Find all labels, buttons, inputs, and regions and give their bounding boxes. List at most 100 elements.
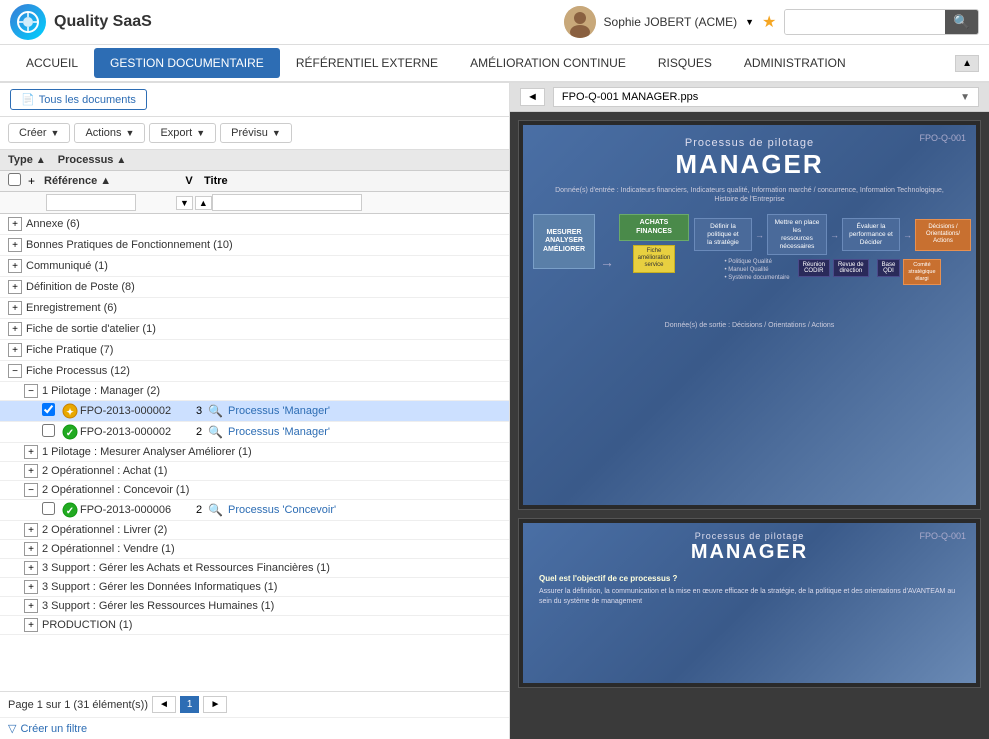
expand-icon[interactable]: +: [8, 322, 22, 336]
nav-collapse-button[interactable]: ▲: [955, 55, 979, 72]
next-page-button[interactable]: ►: [203, 696, 227, 713]
table-row[interactable]: ✦ FPO-2013-000002 3 🔍 Processus 'Manager…: [0, 401, 509, 422]
list-item[interactable]: + 2 Opérationnel : Vendre (1): [0, 540, 509, 559]
search-input[interactable]: [785, 10, 945, 34]
list-item[interactable]: + Fiche de sortie d'atelier (1): [0, 319, 509, 340]
nav-administration[interactable]: ADMINISTRATION: [728, 48, 862, 78]
slide-1: Processus de pilotage MANAGER FPO-Q-001 …: [523, 125, 976, 505]
doc-title-link[interactable]: Processus 'Manager': [228, 426, 501, 438]
filter-v-up-button[interactable]: ▲: [195, 196, 212, 210]
row-checkbox[interactable]: [42, 403, 55, 416]
list-item[interactable]: + Définition de Poste (8): [0, 277, 509, 298]
pagination: Page 1 sur 1 (31 élément(s)) ◄ 1 ►: [0, 691, 509, 717]
preview-label: Prévisu: [231, 127, 268, 139]
th-v[interactable]: V: [174, 175, 204, 187]
list-item[interactable]: + Bonnes Pratiques de Fonctionnement (10…: [0, 235, 509, 256]
list-item[interactable]: − Fiche Processus (12): [0, 361, 509, 382]
expand-icon[interactable]: +: [8, 280, 22, 294]
doc-search-icon[interactable]: 🔍: [208, 404, 228, 418]
app-logo: Quality SaaS: [10, 4, 152, 40]
doc-search-icon[interactable]: 🔍: [208, 425, 228, 439]
row-checkbox[interactable]: [42, 502, 55, 515]
list-item[interactable]: + 3 Support : Gérer les Ressources Humai…: [0, 597, 509, 616]
expand-icon[interactable]: −: [8, 364, 22, 378]
user-dropdown-icon[interactable]: ▼: [745, 17, 754, 27]
doc-status-icon: ✦: [60, 403, 80, 419]
expand-icon[interactable]: +: [8, 217, 22, 231]
expand-icon[interactable]: +: [8, 259, 22, 273]
main-content: 📄 Tous les documents Créer ▼ Actions ▼ E…: [0, 83, 989, 739]
doc-check[interactable]: [42, 403, 60, 419]
list-item[interactable]: + Enregistrement (6): [0, 298, 509, 319]
export-button[interactable]: Export ▼: [149, 123, 216, 143]
expand-icon[interactable]: +: [24, 599, 38, 613]
nav-gestion-documentaire[interactable]: GESTION DOCUMENTAIRE: [94, 48, 280, 78]
doc-title-link[interactable]: Processus 'Manager': [228, 405, 501, 417]
row-checkbox[interactable]: [42, 424, 55, 437]
expand-icon[interactable]: +: [24, 542, 38, 556]
preview-button[interactable]: Prévisu ▼: [220, 123, 292, 143]
column-headers: Type ▲ Processus ▲: [0, 150, 509, 171]
create-filter-link[interactable]: ▽ Créer un filtre: [0, 717, 509, 739]
user-name: Sophie JOBERT (ACME): [604, 15, 738, 29]
list-item[interactable]: + Annexe (6): [0, 214, 509, 235]
group-label: Fiche de sortie d'atelier (1): [26, 323, 156, 335]
doc-search-icon[interactable]: 🔍: [208, 503, 228, 517]
export-dropdown-icon: ▼: [196, 128, 205, 138]
group-label: Enregistrement (6): [26, 302, 117, 314]
expand-icon[interactable]: −: [24, 483, 38, 497]
nav-risques[interactable]: RISQUES: [642, 48, 728, 78]
filter-v-down-button[interactable]: ▼: [176, 196, 193, 210]
expand-icon[interactable]: +: [8, 301, 22, 315]
list-item[interactable]: − 1 Pilotage : Manager (2): [0, 382, 509, 401]
col-type-header[interactable]: Type ▲: [8, 154, 46, 166]
table-row[interactable]: ✓ FPO-2013-000006 2 🔍 Processus 'Concevo…: [0, 500, 509, 521]
group-label: Définition de Poste (8): [26, 281, 135, 293]
expand-icon[interactable]: +: [24, 445, 38, 459]
expand-icon[interactable]: +: [24, 561, 38, 575]
expand-icon[interactable]: +: [24, 618, 38, 632]
list-item[interactable]: + 2 Opérationnel : Livrer (2): [0, 521, 509, 540]
actions-label: Actions: [85, 127, 121, 139]
slide-2-text: Assurer la définition, la communication …: [539, 587, 960, 607]
nav-amelioration-continue[interactable]: AMÉLIORATION CONTINUE: [454, 48, 642, 78]
search-button[interactable]: 🔍: [945, 10, 978, 34]
list-item[interactable]: + Communiqué (1): [0, 256, 509, 277]
doc-check[interactable]: [42, 502, 60, 518]
list-item[interactable]: + Fiche Pratique (7): [0, 340, 509, 361]
nav-accueil[interactable]: ACCUEIL: [10, 48, 94, 78]
expand-icon[interactable]: +: [24, 523, 38, 537]
favorite-icon[interactable]: ★: [762, 12, 776, 32]
list-item[interactable]: + PRODUCTION (1): [0, 616, 509, 635]
col-processus-header[interactable]: Processus ▲: [58, 154, 127, 166]
flow-box-definir: Définir la politique etla stratégie: [694, 218, 752, 251]
list-item[interactable]: + 1 Pilotage : Mesurer Analyser Améliore…: [0, 443, 509, 462]
slide-2-inner: Processus de pilotage MANAGER FPO-Q-001 …: [523, 523, 976, 683]
list-item[interactable]: − 2 Opérationnel : Concevoir (1): [0, 481, 509, 500]
flow-box-mesurer: MESURERANALYSERAMÉLIORER: [533, 214, 595, 269]
create-button[interactable]: Créer ▼: [8, 123, 70, 143]
select-all-checkbox[interactable]: [8, 173, 21, 186]
title-filter-input[interactable]: [212, 194, 362, 211]
list-item[interactable]: + 3 Support : Gérer les Données Informat…: [0, 578, 509, 597]
expand-icon[interactable]: +: [8, 343, 22, 357]
actions-button[interactable]: Actions ▼: [74, 123, 145, 143]
preview-filename-dropdown-icon[interactable]: ▼: [960, 92, 970, 103]
breadcrumb-button[interactable]: 📄 Tous les documents: [10, 89, 147, 110]
list-item[interactable]: + 3 Support : Gérer les Achats et Ressou…: [0, 559, 509, 578]
nav-referentiel-externe[interactable]: RÉFÉRENTIEL EXTERNE: [280, 48, 454, 78]
expand-icon[interactable]: +: [24, 580, 38, 594]
ref-filter-input[interactable]: [46, 194, 136, 211]
expand-icon[interactable]: +: [24, 464, 38, 478]
doc-check[interactable]: [42, 424, 60, 440]
preview-back-button[interactable]: ◄: [520, 88, 545, 106]
expand-icon[interactable]: +: [8, 238, 22, 252]
col-type-sort-icon: ▲: [36, 155, 46, 166]
th-ref[interactable]: Référence ▲: [44, 175, 174, 187]
doc-title-link[interactable]: Processus 'Concevoir': [228, 504, 501, 516]
table-row[interactable]: ✓ FPO-2013-000002 2 🔍 Processus 'Manager…: [0, 422, 509, 443]
list-item[interactable]: + 2 Opérationnel : Achat (1): [0, 462, 509, 481]
prev-page-button[interactable]: ◄: [152, 696, 176, 713]
preview-content: Processus de pilotage MANAGER FPO-Q-001 …: [510, 112, 989, 739]
expand-icon[interactable]: −: [24, 384, 38, 398]
